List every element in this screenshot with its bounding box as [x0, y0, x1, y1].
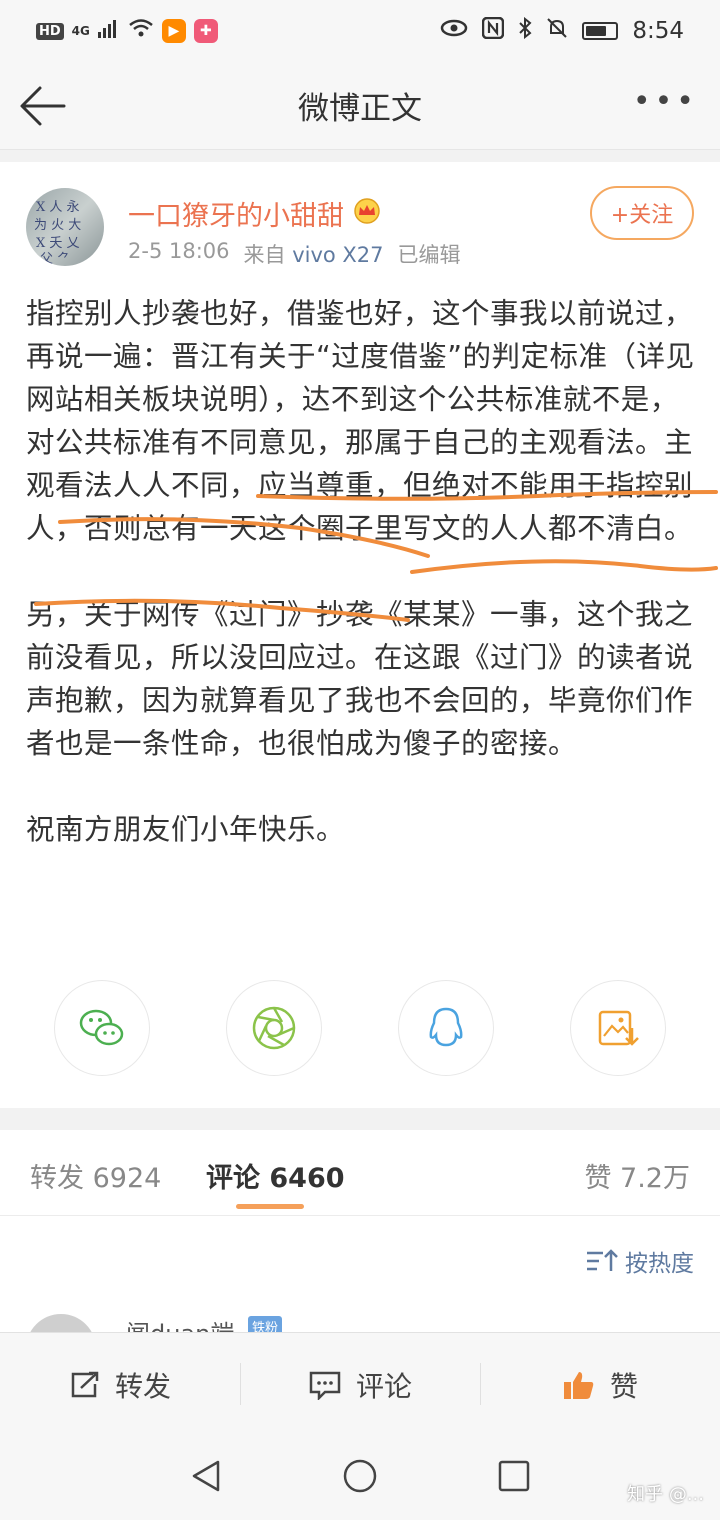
nfc-icon	[482, 16, 505, 45]
qq-share-button[interactable]	[398, 980, 494, 1076]
bottom-action-bar: 转发 评论 赞	[0, 1332, 720, 1436]
author-name[interactable]: 一口獠牙的小甜甜	[128, 194, 344, 233]
edited-label: 已编辑	[397, 243, 461, 267]
repost-icon	[71, 1371, 99, 1397]
repost-label: 转发	[114, 1369, 171, 1403]
save-image-button[interactable]	[570, 980, 666, 1076]
comment-label: 评论	[355, 1369, 412, 1403]
like-label: 赞	[609, 1369, 638, 1403]
comment-list-header: 按热度 闻duan端 铁粉	[0, 1216, 720, 1332]
clock: 8:54	[632, 18, 684, 44]
follow-button[interactable]: +关注	[590, 186, 694, 240]
tab-likes[interactable]: 赞 7.2万	[584, 1156, 690, 1195]
tab-reposts[interactable]: 转发 6924	[30, 1156, 161, 1195]
post-author[interactable]: 一口獠牙的小甜甜	[128, 194, 382, 233]
signal-icon	[97, 18, 120, 44]
mute-bell-icon	[546, 17, 568, 45]
commenter-name[interactable]: 闻duan端	[126, 1314, 234, 1332]
sort-by-hot-button[interactable]: 按热度	[585, 1244, 694, 1278]
bluetooth-icon	[518, 16, 532, 45]
post-meta: 2-5 18:06 来自 vivo X27 已编辑	[128, 239, 461, 269]
system-recents-icon[interactable]	[494, 1456, 534, 1496]
navigation-bar: 微博正文 •••	[0, 62, 720, 150]
vip-crown-icon	[352, 197, 382, 230]
wechat-share-button[interactable]	[54, 980, 150, 1076]
commenter-avatar[interactable]	[26, 1314, 96, 1332]
back-arrow-icon[interactable]	[18, 80, 70, 132]
sort-label: 按热度	[625, 1251, 694, 1277]
avatar[interactable]: X 人 永 为 火 大 X 夭 乂 父 ⺈	[26, 188, 104, 266]
app-notification-icon: ✚	[193, 19, 218, 43]
active-tab-indicator	[236, 1204, 304, 1209]
share-row	[0, 980, 720, 1080]
battery-icon	[582, 22, 619, 40]
status-bar: HD 4G ▶ ✚ 8:54	[0, 0, 720, 62]
system-back-icon[interactable]	[186, 1456, 226, 1496]
source-label: 来自	[243, 243, 286, 267]
moments-share-button[interactable]	[226, 980, 322, 1076]
network-indicator: 4G	[71, 24, 90, 38]
post-paragraph: 祝南方朋友们小年快乐。	[26, 813, 346, 846]
comment-button[interactable]: 评论	[240, 1333, 480, 1436]
system-home-icon[interactable]	[340, 1456, 380, 1496]
system-navigation-bar: 知乎 @...	[0, 1436, 720, 1520]
tab-comments[interactable]: 评论 6460	[206, 1156, 345, 1195]
moments-icon	[252, 1006, 296, 1050]
video-app-icon: ▶	[161, 19, 186, 43]
post-date: 2-5 18:06	[128, 239, 230, 263]
page-title: 微博正文	[298, 91, 422, 127]
wechat-icon	[79, 1009, 124, 1046]
qq-icon	[429, 1007, 463, 1047]
post-paragraph: 另，关于网传《过门》抄袭《某某》一事，这个我之前没看见，所以没回应过。在这跟《过…	[26, 598, 694, 760]
post-body: 指控别人抄袭也好，借鉴也好，这个事我以前说过，再说一遍：晋江有关于“过度借鉴”的…	[26, 292, 700, 894]
like-button[interactable]: 赞	[480, 1333, 720, 1436]
fan-badge: 铁粉	[248, 1316, 283, 1332]
more-options-icon[interactable]: •••	[633, 87, 698, 117]
interaction-tabs: 转发 6924 评论 6460 赞 7.2万	[0, 1130, 720, 1216]
device-link[interactable]: vivo X27	[292, 243, 383, 267]
comment-icon	[309, 1371, 341, 1400]
save-image-icon	[598, 1010, 639, 1046]
post-card: X 人 永 为 火 大 X 夭 乂 父 ⺈ 一口獠牙的小甜甜 2-5 18:06…	[0, 162, 720, 1108]
eye-icon	[440, 18, 468, 44]
hd-indicator: HD	[36, 22, 64, 40]
sort-icon	[587, 1249, 618, 1271]
wifi-icon	[128, 18, 154, 44]
zhihu-watermark: 知乎 @...	[627, 1484, 704, 1505]
thumbs-up-icon	[563, 1371, 594, 1399]
post-paragraph: 指控别人抄袭也好，借鉴也好，这个事我以前说过，再说一遍：晋江有关于“过度借鉴”的…	[26, 297, 695, 545]
repost-button[interactable]: 转发	[0, 1333, 240, 1436]
